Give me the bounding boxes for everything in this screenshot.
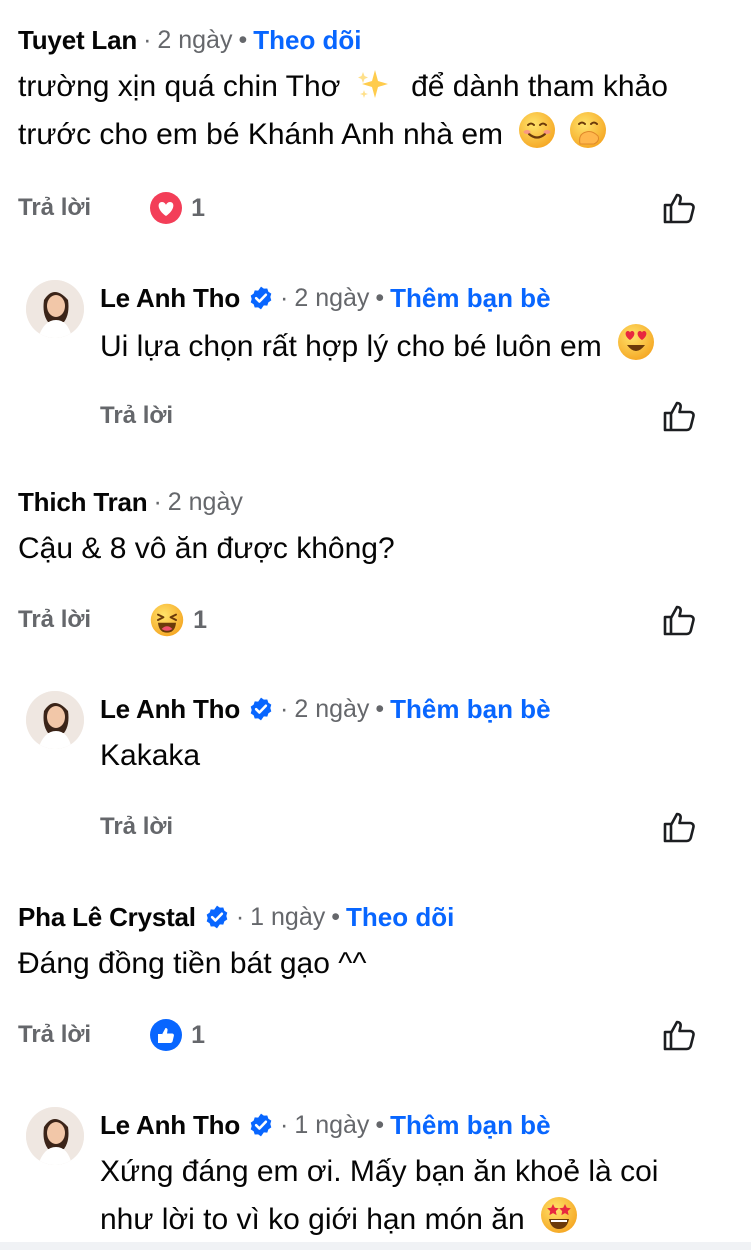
avatar[interactable] (26, 1107, 84, 1165)
comment-text-line1: Ui lựa chọn rất hợp lý cho bé luôn em (100, 330, 602, 363)
verified-badge-icon (248, 285, 274, 311)
reaction-summary[interactable]: 1 (149, 191, 205, 225)
comment-header: Le Anh Tho · 1 ngày • Thêm bạn bè (100, 1107, 751, 1143)
timestamp[interactable]: 2 ngày (168, 488, 243, 517)
comment-text: Đáng đồng tiền bát gạo ^^ (18, 941, 751, 987)
timestamp[interactable]: 2 ngày (294, 695, 369, 724)
reply-button[interactable]: Trả lời (18, 606, 91, 634)
separator-bullet: • (375, 1110, 385, 1139)
add-friend-link[interactable]: Thêm bạn bè (390, 1110, 550, 1141)
avatar[interactable] (26, 280, 84, 338)
comment-text-line1: Kakaka (100, 739, 201, 772)
reply-button[interactable]: Trả lời (100, 402, 173, 430)
comment-text: trường xịn quá chin Thơ để dành tham khả… (18, 64, 751, 158)
avatar[interactable] (26, 691, 84, 749)
reply-le-anh-tho-2: Le Anh Tho · 2 ngày • Thêm bạn bè Kakaka (26, 691, 751, 779)
comment-text-line1: trường xịn quá chin Thơ (18, 70, 341, 103)
comment-actions: Trả lời 1 (18, 600, 207, 640)
timestamp[interactable]: 2 ngày (157, 26, 232, 55)
comment-header: Tuyet Lan · 2 ngày • Theo dõi (18, 22, 751, 58)
separator-bullet: • (375, 283, 385, 312)
timestamp[interactable]: 2 ngày (294, 284, 369, 313)
separator-dot: · (280, 1110, 289, 1139)
comment-text-line2: như lời to vì ko giới hạn món ăn (100, 1203, 525, 1236)
separator-dot: · (143, 25, 152, 54)
add-friend-link[interactable]: Thêm bạn bè (390, 283, 550, 314)
follow-link[interactable]: Theo dõi (253, 25, 361, 56)
separator-dot: · (280, 283, 289, 312)
comment-actions: Trả lời 1 (18, 1015, 205, 1055)
reaction-count: 1 (191, 193, 205, 222)
comment-header: Thich Tran · 2 ngày (18, 484, 751, 520)
comment-pha-le-crystal: Pha Lê Crystal · 1 ngày • Theo dõi Đáng … (18, 899, 751, 987)
comment-header: Pha Lê Crystal · 1 ngày • Theo dõi (18, 899, 751, 935)
comment-text: Kakaka (100, 733, 751, 779)
comment-header: Le Anh Tho · 2 ngày • Thêm bạn bè (100, 691, 751, 727)
reaction-summary[interactable]: 1 (149, 602, 207, 638)
star-struck-emoji-icon (539, 1195, 579, 1235)
comment-tuyet-lan: Tuyet Lan · 2 ngày • Theo dõi trường xịn… (18, 22, 751, 158)
like-reaction-icon (150, 1019, 183, 1051)
add-friend-link[interactable]: Thêm bạn bè (390, 694, 550, 725)
timestamp[interactable]: 1 ngày (250, 903, 325, 932)
comment-actions: Trả lời (100, 807, 173, 847)
author-name[interactable]: Le Anh Tho (100, 694, 240, 725)
author-name[interactable]: Tuyet Lan (18, 25, 137, 56)
separator-dot: · (280, 694, 289, 723)
comment-header: Le Anh Tho · 2 ngày • Thêm bạn bè (100, 280, 751, 316)
verified-badge-icon (248, 1112, 274, 1138)
comment-text-line2: trước cho em bé Khánh Anh nhà em (18, 118, 504, 151)
thumbs-up-outline-icon[interactable] (661, 602, 697, 638)
comment-actions: Trả lời 1 (18, 188, 205, 228)
timestamp[interactable]: 1 ngày (294, 1111, 369, 1140)
verified-badge-icon (248, 696, 274, 722)
reaction-summary[interactable]: 1 (149, 1018, 205, 1052)
separator-bullet: • (375, 694, 385, 723)
reply-button[interactable]: Trả lời (100, 813, 173, 841)
comment-text-line1b: để dành tham khảo (411, 70, 668, 103)
reply-button[interactable]: Trả lời (18, 194, 91, 222)
comment-text: Ui lựa chọn rất hợp lý cho bé luôn em (100, 322, 751, 370)
separator-bullet: • (331, 902, 340, 931)
verified-badge-icon (204, 904, 230, 930)
thumbs-up-outline-icon[interactable] (661, 190, 697, 226)
hand-over-mouth-emoji-icon (568, 110, 608, 150)
comment-text-line1: Cậu & 8 vô ăn được không? (18, 532, 395, 565)
comment-text-line1: Xứng đáng em ơi. Mấy bạn ăn khoẻ là coi (100, 1155, 659, 1188)
reaction-count: 1 (193, 605, 207, 634)
comment-text: Cậu & 8 vô ăn được không? (18, 526, 751, 572)
separator-bullet: • (238, 25, 248, 54)
comment-text: Xứng đáng em ơi. Mấy bạn ăn khoẻ là coi … (100, 1149, 751, 1243)
comment-thich-tran: Thich Tran · 2 ngày Cậu & 8 vô ăn được k… (18, 484, 751, 572)
heart-eyes-emoji-icon (616, 322, 656, 362)
author-name[interactable]: Pha Lê Crystal (18, 902, 196, 933)
bottom-divider (0, 1242, 751, 1250)
comment-text-line1: Đáng đồng tiền bát gạo ^^ (18, 947, 367, 980)
separator-dot: · (235, 902, 245, 931)
reply-le-anh-tho-1: Le Anh Tho · 2 ngày • Thêm bạn bè Ui lựa… (26, 280, 751, 370)
haha-reaction-icon (149, 602, 185, 638)
sparkles-emoji-icon (357, 70, 388, 98)
reaction-count: 1 (191, 1020, 205, 1049)
reply-le-anh-tho-3: Le Anh Tho · 1 ngày • Thêm bạn bè Xứng đ… (26, 1107, 751, 1243)
comment-actions: Trả lời (100, 396, 173, 436)
author-name[interactable]: Le Anh Tho (100, 283, 240, 314)
thumbs-up-outline-icon[interactable] (661, 809, 697, 845)
thumbs-up-outline-icon[interactable] (661, 398, 697, 434)
reply-button[interactable]: Trả lời (18, 1021, 91, 1049)
smiling-face-emoji-icon (517, 110, 557, 150)
separator-dot: · (153, 487, 162, 516)
love-reaction-icon (150, 192, 183, 224)
author-name[interactable]: Thich Tran (18, 487, 148, 518)
author-name[interactable]: Le Anh Tho (100, 1110, 240, 1141)
follow-link[interactable]: Theo dõi (346, 902, 454, 933)
thumbs-up-outline-icon[interactable] (661, 1017, 697, 1053)
